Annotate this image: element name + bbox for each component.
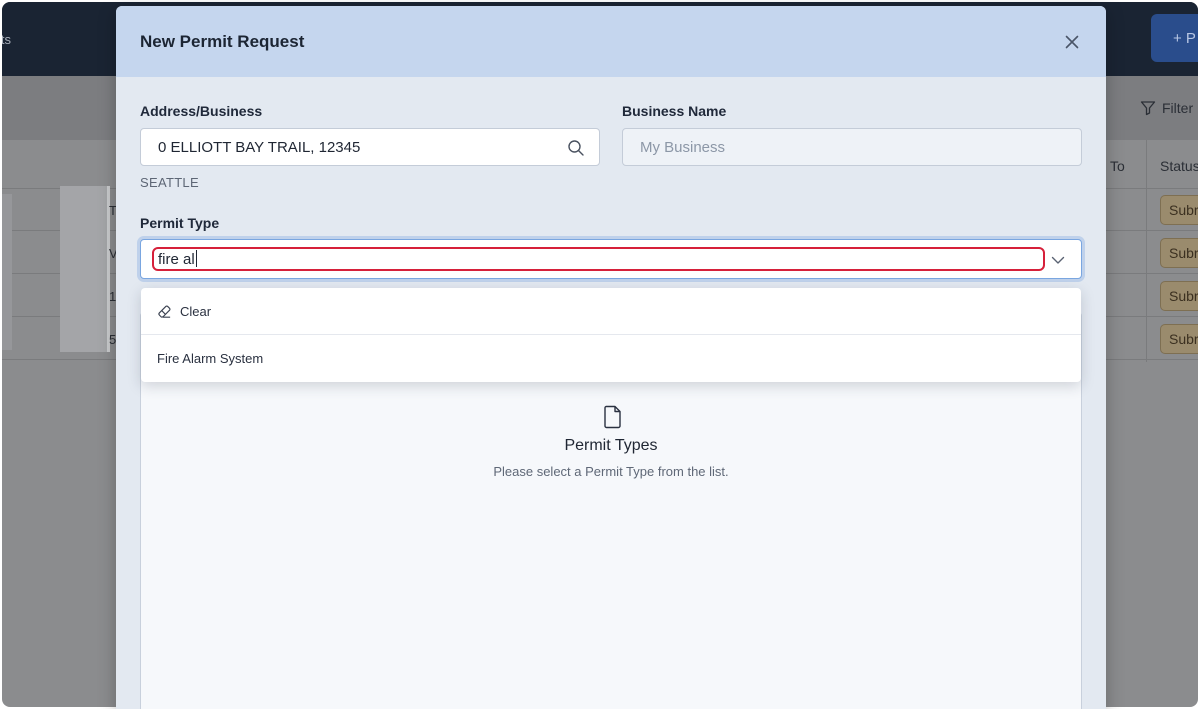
eraser-icon — [158, 304, 171, 318]
column-header-to: To — [1110, 158, 1125, 174]
clear-option[interactable]: Clear — [141, 288, 1081, 335]
search-icon[interactable] — [567, 139, 585, 157]
address-label: Address/Business — [140, 103, 263, 119]
row-thumbnail — [60, 186, 110, 352]
empty-state-title: Permit Types — [564, 437, 658, 454]
column-divider — [1146, 140, 1147, 362]
close-icon — [1065, 35, 1079, 49]
permit-type-typed-value: fire al — [158, 251, 195, 268]
status-badge: Subr — [1160, 324, 1198, 354]
row-thumbnail — [2, 194, 12, 350]
filter-label: Filter — [1162, 100, 1194, 116]
filter-button: Filter — [1140, 100, 1193, 116]
status-badge: Subr — [1160, 238, 1198, 268]
modal-title: New Permit Request — [140, 32, 305, 51]
column-header-status: Status — [1160, 158, 1198, 174]
nav-permits-link: its — [2, 32, 11, 47]
text-caret — [195, 250, 197, 267]
address-city: SEATTLE — [140, 175, 199, 190]
chevron-down-icon[interactable] — [1051, 253, 1065, 267]
filter-icon — [1140, 101, 1156, 116]
status-badge: Subr — [1160, 281, 1198, 311]
new-permit-modal: New Permit Request Address/Business SEAT… — [116, 6, 1106, 709]
address-input[interactable] — [141, 129, 599, 165]
business-name-box — [622, 128, 1082, 166]
clear-label: Clear — [180, 303, 212, 319]
permit-type-search-text[interactable]: fire al — [158, 250, 197, 268]
business-name-input[interactable] — [623, 129, 1081, 165]
new-permit-button: + P — [1151, 14, 1198, 62]
empty-state-message: Please select a Permit Type from the lis… — [493, 464, 729, 479]
annotation-highlight — [152, 247, 1045, 271]
status-badge: Subr — [1160, 195, 1198, 225]
permit-type-label: Permit Type — [140, 215, 220, 231]
permit-type-dropdown: Clear Fire Alarm System — [141, 288, 1081, 382]
business-name-label: Business Name — [622, 103, 727, 119]
modal-header: New Permit Request — [116, 6, 1106, 77]
permit-type-combobox[interactable]: fire al — [140, 239, 1082, 279]
file-icon — [604, 405, 621, 429]
option-fire-alarm-system[interactable]: Fire Alarm System — [141, 335, 1081, 382]
close-button[interactable] — [1062, 32, 1082, 52]
address-input-box — [140, 128, 600, 166]
